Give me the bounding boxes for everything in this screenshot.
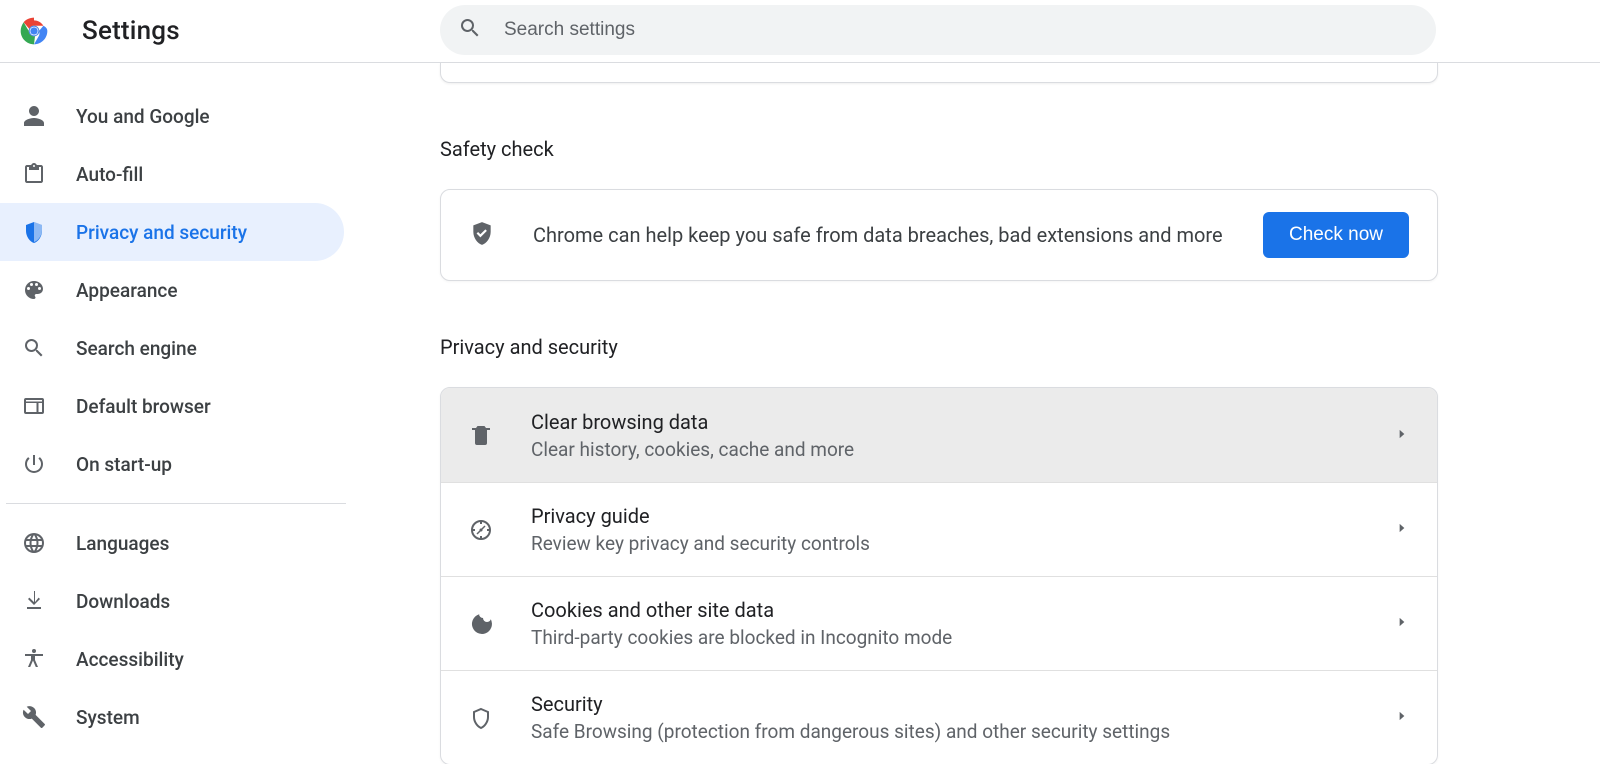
sidebar-item-you-and-google[interactable]: You and Google	[0, 87, 344, 145]
sidebar-item-appearance[interactable]: Appearance	[0, 261, 344, 319]
download-icon	[22, 589, 46, 613]
row-cookies[interactable]: Cookies and other site data Third-party …	[441, 576, 1437, 670]
main-content: Safety check Chrome can help keep you sa…	[350, 63, 1600, 764]
clipboard-icon	[22, 162, 46, 186]
row-text: Cookies and other site data Third-party …	[531, 598, 1395, 649]
search-icon	[458, 16, 482, 44]
row-subtitle: Review key privacy and security controls	[531, 532, 1395, 555]
accessibility-icon	[22, 647, 46, 671]
safety-check-card: Chrome can help keep you safe from data …	[440, 189, 1438, 281]
shield-check-icon	[469, 220, 495, 250]
sidebar-item-label: Accessibility	[76, 648, 184, 671]
palette-icon	[22, 278, 46, 302]
row-subtitle: Third-party cookies are blocked in Incog…	[531, 626, 1395, 649]
sidebar-item-system[interactable]: System	[0, 688, 344, 746]
sidebar: You and Google Auto-fill Privacy and sec…	[0, 63, 350, 764]
browser-icon	[22, 394, 46, 418]
sidebar-item-downloads[interactable]: Downloads	[0, 572, 344, 630]
row-title: Clear browsing data	[531, 410, 1395, 434]
row-text: Privacy guide Review key privacy and sec…	[531, 504, 1395, 555]
safety-check-title: Safety check	[440, 137, 1520, 161]
page-title: Settings	[82, 16, 180, 46]
row-title: Security	[531, 692, 1395, 716]
sidebar-item-search-engine[interactable]: Search engine	[0, 319, 344, 377]
globe-icon	[22, 531, 46, 555]
chevron-right-icon	[1395, 708, 1409, 727]
row-privacy-guide[interactable]: Privacy guide Review key privacy and sec…	[441, 482, 1437, 576]
sidebar-item-autofill[interactable]: Auto-fill	[0, 145, 344, 203]
person-icon	[22, 104, 46, 128]
safety-check-text: Chrome can help keep you safe from data …	[533, 223, 1263, 247]
row-title: Privacy guide	[531, 504, 1395, 528]
sidebar-item-accessibility[interactable]: Accessibility	[0, 630, 344, 688]
row-subtitle: Clear history, cookies, cache and more	[531, 438, 1395, 461]
row-text: Security Safe Browsing (protection from …	[531, 692, 1395, 743]
sidebar-item-label: Privacy and security	[76, 221, 247, 244]
sidebar-item-default-browser[interactable]: Default browser	[0, 377, 344, 435]
sidebar-item-label: Appearance	[76, 279, 178, 302]
row-clear-browsing-data[interactable]: Clear browsing data Clear history, cooki…	[441, 388, 1437, 482]
chevron-right-icon	[1395, 426, 1409, 445]
sidebar-item-privacy-security[interactable]: Privacy and security	[0, 203, 344, 261]
compass-icon	[469, 518, 493, 542]
chevron-right-icon	[1395, 614, 1409, 633]
sidebar-item-label: Downloads	[76, 590, 170, 613]
row-security[interactable]: Security Safe Browsing (protection from …	[441, 670, 1437, 764]
sidebar-item-label: Auto-fill	[76, 163, 143, 186]
power-icon	[22, 452, 46, 476]
shield-outline-icon	[469, 706, 493, 730]
sidebar-item-label: On start-up	[76, 453, 172, 476]
trash-icon	[469, 423, 493, 447]
search-icon	[22, 336, 46, 360]
sidebar-item-on-startup[interactable]: On start-up	[0, 435, 344, 493]
privacy-section-title: Privacy and security	[440, 335, 1520, 359]
sidebar-item-label: System	[76, 706, 140, 729]
chrome-logo-icon	[18, 15, 50, 47]
chevron-right-icon	[1395, 520, 1409, 539]
cookie-icon	[469, 612, 493, 636]
sidebar-item-label: You and Google	[76, 105, 210, 128]
row-subtitle: Safe Browsing (protection from dangerous…	[531, 720, 1395, 743]
row-text: Clear browsing data Clear history, cooki…	[531, 410, 1395, 461]
row-title: Cookies and other site data	[531, 598, 1395, 622]
shield-icon	[22, 220, 46, 244]
sidebar-divider	[6, 503, 346, 504]
check-now-button[interactable]: Check now	[1263, 212, 1409, 258]
sidebar-item-label: Search engine	[76, 337, 197, 360]
search-input[interactable]	[504, 19, 1418, 41]
sidebar-item-label: Default browser	[76, 395, 211, 418]
sidebar-item-label: Languages	[76, 532, 169, 555]
search-settings[interactable]	[440, 5, 1436, 55]
previous-card-stub	[440, 63, 1438, 83]
wrench-icon	[22, 705, 46, 729]
header: Settings	[0, 0, 1600, 63]
sidebar-item-languages[interactable]: Languages	[0, 514, 344, 572]
privacy-list: Clear browsing data Clear history, cooki…	[440, 387, 1438, 764]
